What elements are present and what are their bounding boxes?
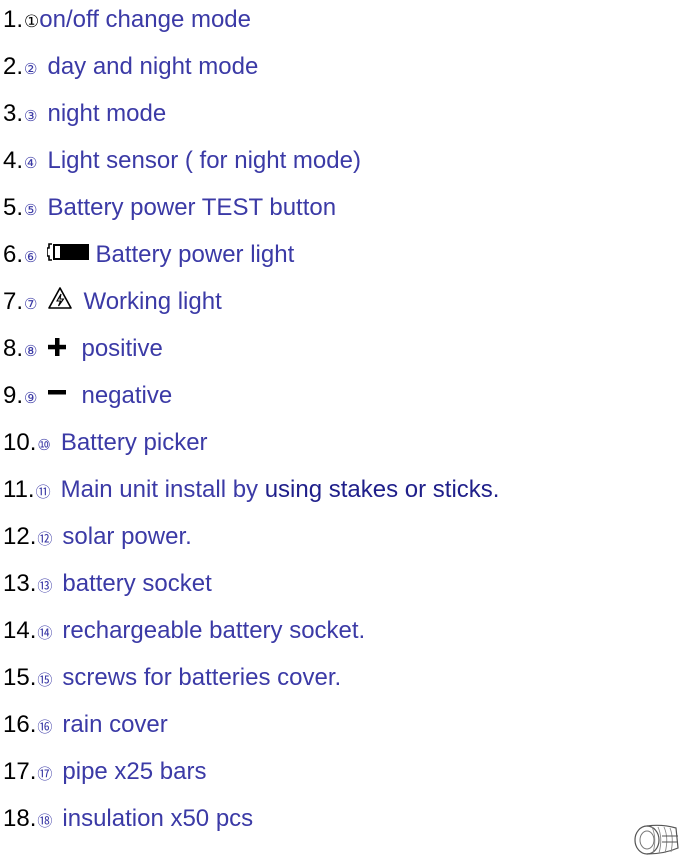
battery-icon <box>46 236 91 276</box>
list-item: 14.⑭ rechargeable battery socket. <box>3 611 365 651</box>
list-item: 11.⑪ Main unit install by using stakes or… <box>3 470 499 510</box>
insulation-coil-icon <box>632 818 682 855</box>
item-number: 7. <box>3 288 24 315</box>
item-text: screws for batteries cover. <box>62 664 342 691</box>
list-item: 13.⑬ battery socket <box>3 564 212 604</box>
circled-number: ⑨ <box>24 390 38 407</box>
item-text: solar power. <box>62 523 192 550</box>
circled-number: ⑮ <box>37 672 53 689</box>
item-text: on/off change mode <box>39 6 251 33</box>
item-number: 8. <box>3 335 24 362</box>
circled-number: ⑥ <box>24 249 38 266</box>
item-number: 4. <box>3 147 24 174</box>
list-item: 1.①on/off change mode <box>3 0 251 40</box>
item-text: Battery picker <box>60 429 208 456</box>
list-item: 10.⑩ Battery picker <box>3 423 208 463</box>
item-text: Main unit install by <box>60 476 265 503</box>
list-item: 9.⑨ negative <box>3 376 172 416</box>
list-item: 2.② day and night mode <box>3 47 258 87</box>
list-item: 15.⑮ screws for batteries cover. <box>3 658 341 698</box>
list-item: 16.⑯ rain cover <box>3 705 168 745</box>
item-number: 1. <box>3 6 24 33</box>
circled-number: ① <box>24 12 40 31</box>
circled-number: ⑧ <box>24 343 38 360</box>
list-item: 17.⑰ pipe x25 bars <box>3 752 206 792</box>
circled-number: ⑬ <box>37 578 53 595</box>
list-item: 5.⑤ Battery power TEST button <box>3 188 336 228</box>
list-item: 7.⑦ Working light <box>3 282 222 322</box>
item-text: negative <box>81 382 173 409</box>
item-text: rain cover <box>62 711 168 738</box>
item-text: battery socket <box>62 570 212 597</box>
item-number: 9. <box>3 382 24 409</box>
circled-number: ⑩ <box>37 437 51 454</box>
item-number: 10. <box>3 429 37 456</box>
item-text: insulation x50 pcs <box>62 805 254 832</box>
item-number: 15. <box>3 664 37 691</box>
item-text: Working light <box>83 288 222 315</box>
item-number: 5. <box>3 194 24 221</box>
list-item: 8.⑧ positive <box>3 329 163 369</box>
plus-icon <box>47 330 67 370</box>
circled-number: ② <box>24 61 38 78</box>
circled-number: ⑦ <box>24 296 38 313</box>
item-number: 2. <box>3 53 24 80</box>
circled-number: ⑫ <box>37 531 53 548</box>
circled-number: ④ <box>24 155 38 172</box>
item-text: Light sensor ( for night mode) <box>47 147 361 174</box>
circled-number: ⑤ <box>24 202 38 219</box>
item-number: 11. <box>3 476 35 503</box>
item-number: 17. <box>3 758 37 785</box>
item-number: 6. <box>3 241 24 268</box>
item-text: night mode <box>47 100 167 127</box>
item-text-continued: using stakes or sticks. <box>264 476 500 503</box>
circled-number: ⑭ <box>37 625 53 642</box>
list-item: 18.⑱ insulation x50 pcs <box>3 799 253 839</box>
item-text: pipe x25 bars <box>62 758 207 785</box>
item-text: Battery power light <box>95 241 295 268</box>
item-text: rechargeable battery socket. <box>62 617 366 644</box>
list-item: 6.⑥ Battery power light <box>3 235 294 275</box>
circled-number: ⑱ <box>37 813 53 830</box>
item-number: 14. <box>3 617 37 644</box>
circled-number: ⑪ <box>35 484 51 501</box>
item-number: 3. <box>3 100 24 127</box>
item-number: 13. <box>3 570 37 597</box>
item-text: day and night mode <box>47 53 259 80</box>
item-number: 16. <box>3 711 37 738</box>
item-number: 12. <box>3 523 37 550</box>
minus-icon <box>47 377 67 417</box>
circled-number: ⑯ <box>37 719 53 736</box>
item-text: Battery power TEST button <box>47 194 337 221</box>
list-item: 4.④ Light sensor ( for night mode) <box>3 141 361 181</box>
list-item: 3.③ night mode <box>3 94 166 134</box>
warning-lightning-icon <box>47 283 73 323</box>
item-number: 18. <box>3 805 37 832</box>
circled-number: ③ <box>24 108 38 125</box>
list-item: 12.⑫ solar power. <box>3 517 192 557</box>
circled-number: ⑰ <box>37 766 53 783</box>
item-text: positive <box>81 335 163 362</box>
